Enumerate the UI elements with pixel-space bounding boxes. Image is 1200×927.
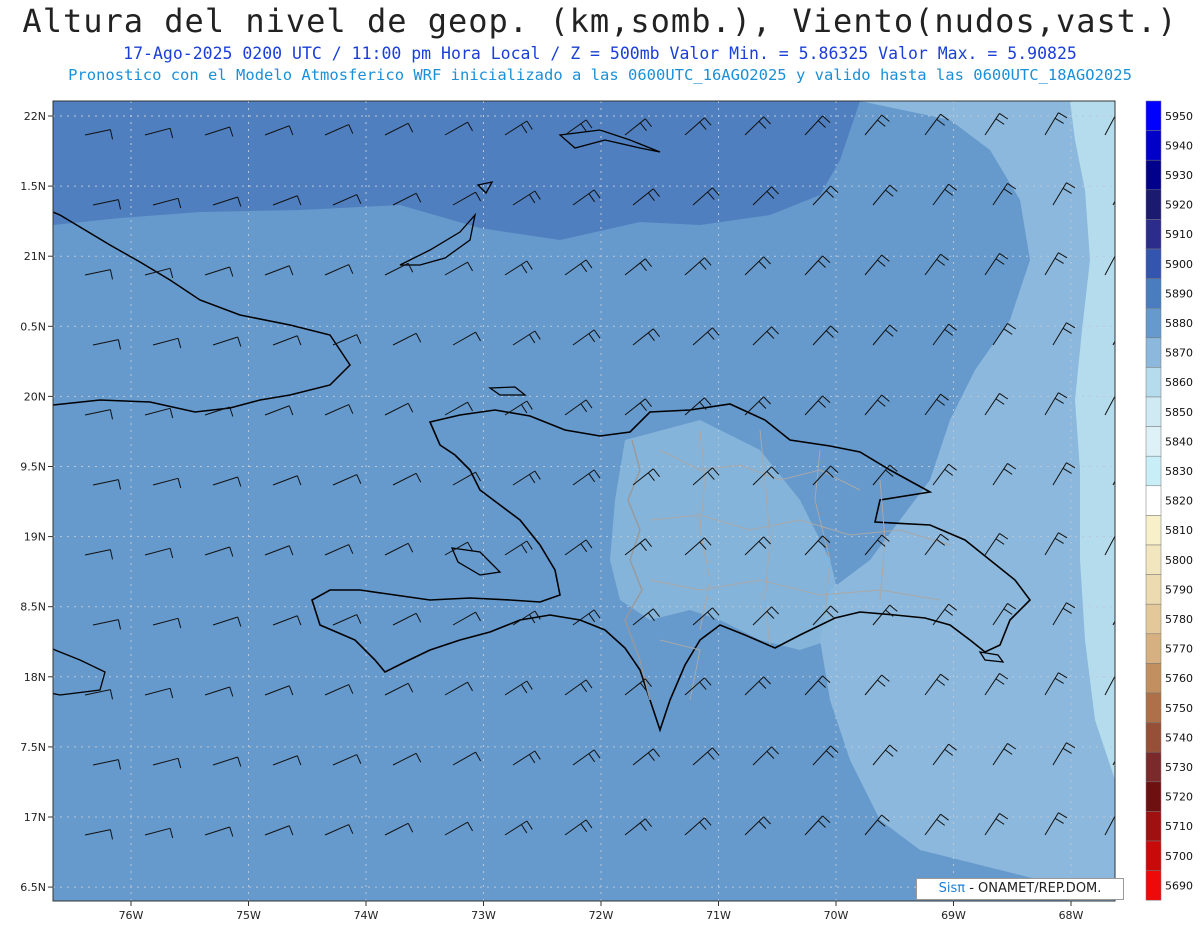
colorbar-swatch	[1145, 870, 1162, 901]
colorbar-swatch	[1145, 100, 1162, 131]
lat-label: 17N	[24, 811, 46, 824]
lat-label: 8.5N	[20, 601, 46, 614]
wind-barb-icon	[1112, 200, 1115, 206]
colorbar-swatch	[1145, 603, 1162, 635]
colorbar-label: 5940	[1165, 139, 1193, 152]
colorbar-swatch	[1145, 219, 1162, 250]
colorbar-swatch	[1145, 663, 1162, 694]
colorbar-label: 5910	[1165, 228, 1193, 241]
colorbar-label: 5760	[1165, 672, 1193, 685]
colorbar-swatch	[1145, 515, 1162, 546]
colorbar-label: 5830	[1165, 465, 1193, 478]
colorbar-label: 5700	[1165, 850, 1193, 863]
lat-label: 0.5N	[20, 320, 46, 333]
colorbar-swatch	[1145, 248, 1162, 279]
colorbar-label: 5850	[1165, 406, 1193, 419]
colorbar-label: 5880	[1165, 317, 1193, 330]
colorbar-swatch	[1145, 751, 1162, 783]
latitude-axis: 22N 1.5N 21N 0.5N 20N 9.5N 19N 8.5N 18N 7.5N 17N 6.…	[20, 110, 53, 894]
colorbar-swatch	[1145, 544, 1162, 575]
colorbar-label: 5740	[1165, 731, 1193, 744]
lat-label: 22N	[24, 110, 46, 123]
sispi-logo-text: Sisπ	[938, 881, 966, 896]
colorbar-label: 5870	[1165, 347, 1193, 360]
colorbar-label: 5710	[1165, 820, 1193, 833]
colorbar-label: 5840	[1165, 435, 1193, 448]
colorbar-swatch	[1145, 485, 1162, 516]
colorbar-swatch	[1145, 781, 1162, 812]
colorbar-label: 5860	[1165, 376, 1193, 389]
colorbar-label: 5950	[1165, 110, 1193, 123]
colorbar-swatch	[1145, 189, 1162, 220]
colorbar-label: 5820	[1165, 495, 1193, 508]
credit-org: - ONAMET/REP.DOM.	[969, 881, 1102, 896]
colorbar-swatch	[1145, 130, 1162, 161]
lat-label: 7.5N	[20, 741, 46, 754]
colorbar-swatch	[1145, 159, 1162, 191]
colorbar-swatch	[1145, 574, 1162, 605]
lon-label: 68W	[1059, 909, 1084, 922]
map-figure: 22N 1.5N 21N 0.5N 20N 9.5N 19N 8.5N 18N 7.5N 17N 6.…	[20, 100, 1193, 922]
colorbar-swatch	[1145, 278, 1162, 309]
colorbar-label: 5800	[1165, 554, 1193, 567]
colorbar-label: 5790	[1165, 583, 1193, 596]
colorbar-swatch	[1145, 840, 1162, 871]
colorbar-label: 5890	[1165, 287, 1193, 300]
colorbar-swatch	[1145, 455, 1162, 487]
lat-label: 1.5N	[20, 180, 46, 193]
colorbar-swatch	[1145, 692, 1162, 723]
lat-label: 9.5N	[20, 461, 46, 474]
colorbar-swatch	[1145, 367, 1162, 398]
colorbar-swatch	[1145, 811, 1162, 842]
lat-label: 21N	[24, 250, 46, 263]
lon-label: 75W	[236, 909, 261, 922]
lon-label: 72W	[589, 909, 614, 922]
colorbar-swatch	[1145, 633, 1162, 664]
colorbar-swatch	[1145, 396, 1162, 427]
colorbar-label: 5690	[1165, 879, 1193, 892]
colorbar-label: 5770	[1165, 643, 1193, 656]
wind-barb-icon	[1112, 480, 1115, 486]
colorbar-label: 5810	[1165, 524, 1193, 537]
lat-label: 19N	[24, 531, 46, 544]
colorbar-swatch	[1145, 337, 1162, 368]
lon-label: 70W	[824, 909, 849, 922]
lon-label: 69W	[941, 909, 966, 922]
credit-badge: Sisπ - ONAMET/REP.DOM.	[916, 878, 1124, 900]
map-panel	[53, 101, 1115, 901]
wind-barb-icon	[1112, 760, 1115, 766]
colorbar-label: 5780	[1165, 613, 1193, 626]
colorbar-label: 5930	[1165, 169, 1193, 182]
colorbar: 5950 5940 5930 5920 5910 5900 5890 5880 5870 5860…	[1145, 100, 1193, 901]
colorbar-label: 5720	[1165, 791, 1193, 804]
lat-label: 6.5N	[20, 881, 46, 894]
colorbar-swatch	[1145, 722, 1162, 753]
colorbar-swatch	[1145, 307, 1162, 339]
colorbar-label: 5750	[1165, 702, 1193, 715]
colorbar-label: 5900	[1165, 258, 1193, 271]
wind-barb-icon	[1112, 620, 1115, 626]
colorbar-swatch	[1145, 426, 1162, 457]
lon-label: 76W	[119, 909, 144, 922]
longitude-axis: 76W 75W 74W 73W 72W 71W 70W 69W 68W	[119, 901, 1084, 922]
lat-label: 20N	[24, 390, 46, 403]
lon-label: 71W	[706, 909, 731, 922]
colorbar-label: 5730	[1165, 761, 1193, 774]
colorbar-label: 5920	[1165, 199, 1193, 212]
lon-label: 73W	[471, 909, 496, 922]
lat-label: 18N	[24, 671, 46, 684]
wind-barb-icon	[1112, 340, 1115, 346]
lon-label: 74W	[354, 909, 379, 922]
